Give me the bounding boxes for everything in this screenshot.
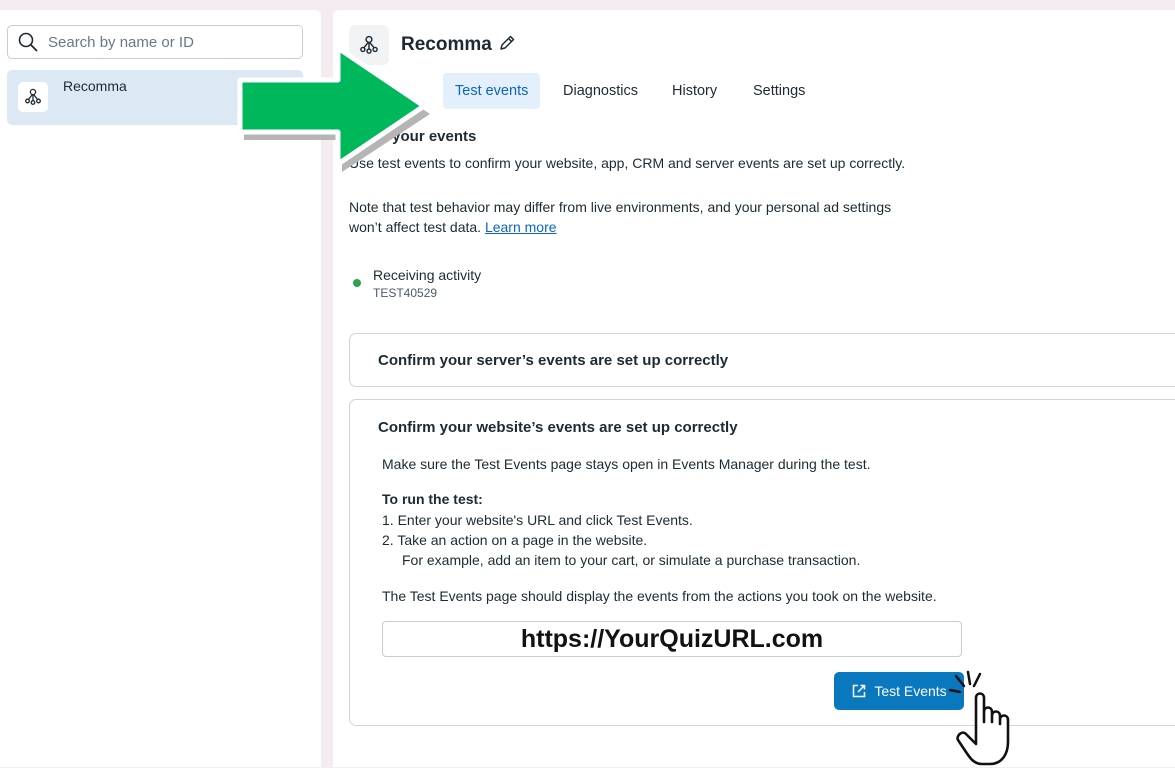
pointing-hand-icon <box>948 670 1010 766</box>
intro-text: Make sure the Test Events page stays ope… <box>382 456 871 472</box>
server-events-card[interactable]: Confirm your server’s events are set up … <box>349 333 1175 387</box>
pencil-icon[interactable] <box>497 33 517 53</box>
note-text: Note that test behavior may differ from … <box>349 197 891 237</box>
learn-more-link[interactable]: Learn more <box>485 219 557 235</box>
result-text: The Test Events page should display the … <box>382 588 937 604</box>
tab-test-events[interactable]: Test events <box>443 73 541 109</box>
tab-diagnostics[interactable]: Diagnostics <box>551 73 650 109</box>
step-2-example: For example, add an item to your cart, o… <box>402 552 861 568</box>
sidebar-item-label: Recomma <box>63 78 127 94</box>
step-2: 2. Take an action on a page in the websi… <box>382 532 648 548</box>
test-events-button[interactable]: Test Events <box>834 672 964 710</box>
tab-settings[interactable]: Settings <box>741 73 817 109</box>
website-url-input[interactable]: https://YourQuizURL.com <box>382 621 962 657</box>
server-card-title: Confirm your server’s events are set up … <box>378 352 729 369</box>
test-events-label: Test Events <box>874 683 947 699</box>
run-heading: To run the test: <box>382 491 483 507</box>
main-panel: Recomma Test events Diagnostics History … <box>333 10 1175 767</box>
website-card-title: Confirm your website’s events are set up… <box>378 419 738 436</box>
description-text: Use test events to confirm your website,… <box>349 155 906 171</box>
note-line-2: won’t affect test data. <box>349 219 482 235</box>
step-1: 1. Enter your website's URL and click Te… <box>382 512 693 528</box>
green-arrow-icon <box>237 45 430 172</box>
status-indicator <box>353 279 361 287</box>
note-line-1: Note that test behavior may differ from … <box>349 199 892 215</box>
tab-bar: Test events Diagnostics History Settings <box>333 73 1175 109</box>
search-icon <box>18 32 38 52</box>
tab-history[interactable]: History <box>660 73 729 109</box>
website-events-card: Confirm your website’s events are set up… <box>349 399 1175 726</box>
url-value: https://YourQuizURL.com <box>520 624 824 653</box>
pixel-node-icon <box>18 82 48 112</box>
status-label: Receiving activity <box>373 267 482 283</box>
test-code: TEST40529 <box>373 286 438 300</box>
external-link-icon <box>853 684 866 698</box>
